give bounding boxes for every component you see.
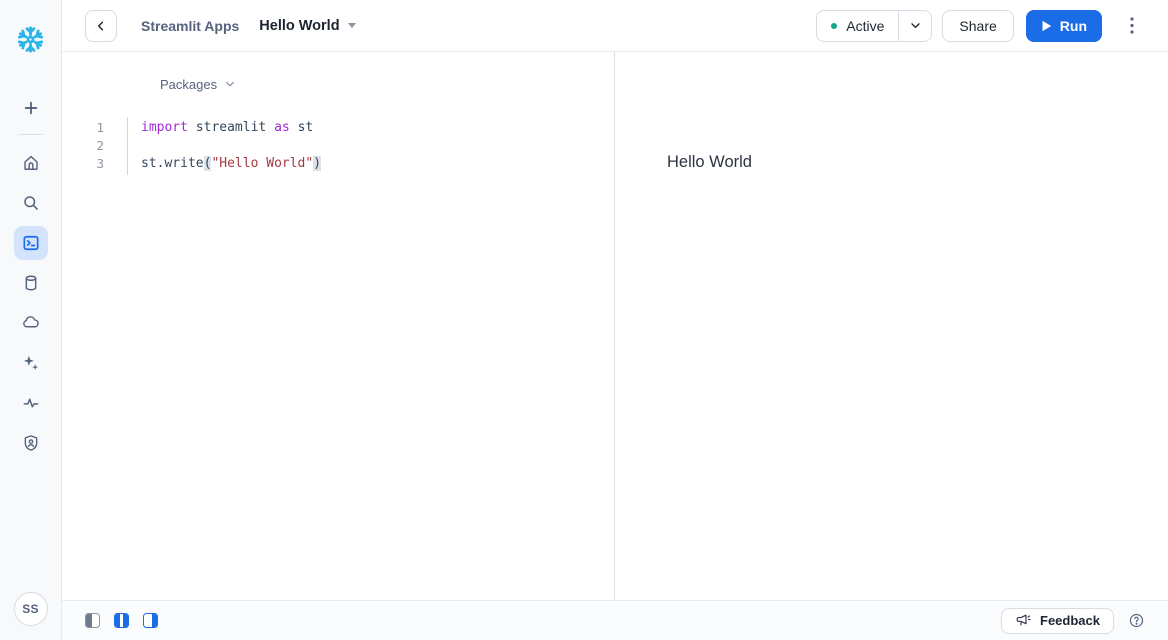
code-token: as bbox=[274, 120, 297, 135]
home-icon bbox=[14, 146, 48, 180]
toggle-side-panel-button[interactable] bbox=[85, 613, 100, 628]
code-block[interactable]: 1 2 3 import streamlit as st st.write("H… bbox=[62, 117, 614, 175]
snowflake-logo[interactable] bbox=[14, 22, 48, 56]
user-avatar[interactable]: SS bbox=[14, 592, 48, 626]
sidebar-item-data[interactable] bbox=[11, 263, 51, 303]
code-token: "Hello World" bbox=[211, 156, 313, 171]
sidebar-item-home[interactable] bbox=[11, 143, 51, 183]
activity-icon bbox=[14, 386, 48, 420]
chevron-down-icon bbox=[224, 78, 236, 90]
code-editor-pane[interactable]: Packages 1 2 3 import streamlit as st st bbox=[62, 52, 615, 600]
code-lines[interactable]: import streamlit as st st.write("Hello W… bbox=[128, 117, 321, 175]
code-token: import bbox=[141, 120, 196, 135]
line-number: 3 bbox=[62, 155, 127, 173]
main-column: Streamlit Apps Hello World Active Share bbox=[62, 0, 1168, 640]
panel-right-icon bbox=[143, 613, 158, 628]
sidebar-item-ai[interactable] bbox=[11, 343, 51, 383]
code-token: st bbox=[141, 156, 157, 171]
shield-icon bbox=[14, 426, 48, 460]
back-button[interactable] bbox=[85, 10, 117, 42]
status-button[interactable]: Active bbox=[817, 11, 898, 41]
code-line: import streamlit as st bbox=[141, 119, 321, 137]
code-token: st bbox=[298, 120, 314, 135]
code-line: st.write("Hello World") bbox=[141, 155, 321, 173]
sidebar-divider bbox=[19, 134, 43, 135]
status-dropdown-button[interactable] bbox=[899, 11, 931, 41]
packages-label: Packages bbox=[160, 77, 217, 92]
breadcrumb[interactable]: Streamlit Apps bbox=[141, 18, 239, 34]
sidebar-item-search[interactable] bbox=[11, 183, 51, 223]
cloud-icon bbox=[14, 306, 48, 340]
help-button[interactable] bbox=[1127, 612, 1145, 630]
chevron-down-icon bbox=[909, 19, 922, 32]
sidebar-item-projects[interactable] bbox=[11, 223, 51, 263]
preview-output-text: Hello World bbox=[667, 153, 1168, 172]
toggle-editor-button[interactable] bbox=[114, 613, 129, 628]
line-number: 2 bbox=[62, 137, 127, 155]
page-title[interactable]: Hello World bbox=[259, 18, 339, 34]
sidebar-item-compute[interactable] bbox=[11, 303, 51, 343]
run-button-label: Run bbox=[1060, 18, 1087, 34]
megaphone-icon bbox=[1015, 613, 1032, 628]
question-circle-icon bbox=[1128, 612, 1145, 629]
code-token: streamlit bbox=[196, 120, 274, 135]
sidebar-item-create[interactable] bbox=[11, 88, 51, 128]
chevron-left-icon bbox=[94, 19, 108, 33]
caret-down-icon[interactable] bbox=[348, 23, 356, 28]
plus-icon bbox=[14, 91, 48, 125]
code-token: ) bbox=[313, 156, 321, 171]
split-view-icon bbox=[114, 613, 129, 628]
terminal-icon bbox=[14, 226, 48, 260]
app-window: SS Streamlit Apps Hello World Active bbox=[0, 0, 1168, 640]
code-token: write bbox=[164, 156, 203, 171]
sidebar: SS bbox=[0, 0, 62, 640]
feedback-button-label: Feedback bbox=[1040, 613, 1100, 628]
header: Streamlit Apps Hello World Active Share bbox=[62, 0, 1168, 52]
search-icon bbox=[14, 186, 48, 220]
toggle-preview-button[interactable] bbox=[143, 613, 158, 628]
line-number: 1 bbox=[62, 119, 127, 137]
play-icon bbox=[1041, 20, 1052, 32]
panel-left-icon bbox=[85, 613, 100, 628]
status-dot-icon bbox=[831, 23, 837, 29]
feedback-button[interactable]: Feedback bbox=[1001, 608, 1114, 634]
more-options-button[interactable] bbox=[1120, 10, 1144, 42]
kebab-icon bbox=[1130, 17, 1134, 34]
sidebar-item-admin[interactable] bbox=[11, 423, 51, 463]
status-split-button: Active bbox=[816, 10, 932, 42]
content-area: Packages 1 2 3 import streamlit as st st bbox=[62, 52, 1168, 600]
app-preview-pane: Hello World bbox=[615, 52, 1168, 600]
sparkles-icon bbox=[14, 346, 48, 380]
pane-toggle-group bbox=[85, 613, 158, 628]
footer-bar: Feedback bbox=[62, 600, 1168, 640]
database-icon bbox=[14, 266, 48, 300]
status-badge: Active bbox=[846, 18, 884, 34]
packages-dropdown[interactable]: Packages bbox=[160, 72, 236, 96]
line-number-gutter: 1 2 3 bbox=[62, 117, 128, 175]
sidebar-nav bbox=[11, 143, 51, 463]
code-line bbox=[141, 137, 321, 155]
run-button[interactable]: Run bbox=[1026, 10, 1102, 42]
share-button[interactable]: Share bbox=[942, 10, 1013, 42]
sidebar-item-monitoring[interactable] bbox=[11, 383, 51, 423]
